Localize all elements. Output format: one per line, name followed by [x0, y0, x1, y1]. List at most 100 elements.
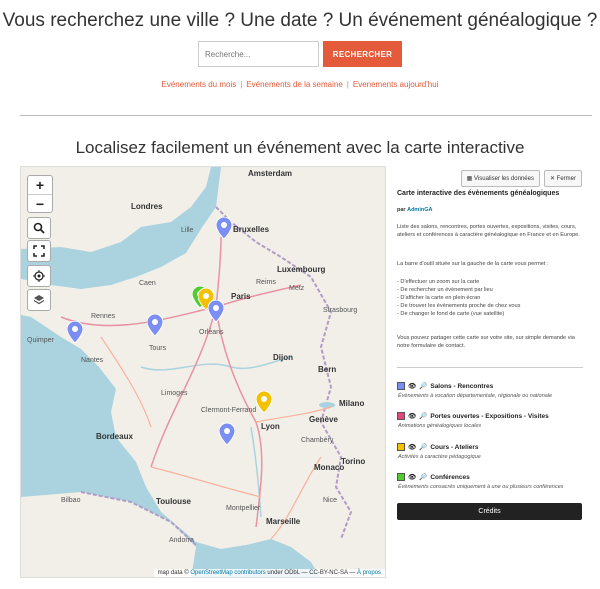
- legend-item-salons[interactable]: 👁 🔎 Salons - Rencontres Évènements à voc…: [397, 382, 587, 399]
- about-link[interactable]: À propos: [357, 570, 381, 576]
- map-label-limoges: Limoges: [161, 390, 188, 397]
- legend-item-portes-ouvertes[interactable]: 👁 🔎 Portes ouvertes - Expositions - Visi…: [397, 412, 587, 429]
- section-title: Localisez facilement un événement avec l…: [75, 138, 525, 157]
- legend-description: Activités à caractère pédagogique: [398, 454, 481, 460]
- link-events-week[interactable]: Evénements de la semaine: [246, 80, 343, 89]
- eye-icon[interactable]: 👁: [408, 382, 416, 390]
- eye-icon[interactable]: 👁: [408, 473, 416, 481]
- map-label-orleans: Orléans: [199, 329, 224, 336]
- layers-button[interactable]: [27, 289, 51, 311]
- search-icon[interactable]: 🔎: [419, 473, 427, 481]
- close-panel-button[interactable]: ✕ Fermer: [543, 170, 582, 187]
- map-label-marseille: Marseille: [266, 517, 301, 526]
- legend-description: Évènements consacrés uniquement à une ou…: [398, 484, 564, 490]
- table-icon: ▦: [466, 176, 473, 182]
- event-pin[interactable]: [67, 321, 83, 343]
- interactive-map[interactable]: Amsterdam Londres Bruxelles Lille Luxemb…: [20, 166, 386, 578]
- link-events-month[interactable]: Evénements du mois: [162, 80, 237, 89]
- event-pin[interactable]: [256, 391, 272, 413]
- event-pin[interactable]: [216, 217, 232, 239]
- view-data-label: Visualiser les données: [474, 176, 534, 182]
- map-label-reims: Reims: [256, 279, 276, 286]
- author-prefix: par: [397, 207, 406, 213]
- toolbar-item: - D'afficher la carte en plein écran: [397, 295, 481, 301]
- close-label: Fermer: [556, 176, 576, 182]
- panel-divider: [397, 367, 583, 368]
- map-search-button[interactable]: [27, 217, 51, 239]
- map-attribution: map data © OpenStreetMap contributors un…: [153, 569, 385, 577]
- fullscreen-button[interactable]: [27, 240, 51, 262]
- map-label-paris: Paris: [231, 292, 251, 301]
- search-icon: [33, 222, 45, 234]
- map-label-amsterdam: Amsterdam: [248, 169, 293, 178]
- legend-label: Conférences: [430, 473, 470, 481]
- legend-swatch: [397, 382, 405, 390]
- toolbar-intro: La barre d'outil située sur la gauche de…: [397, 261, 549, 267]
- map-label-milano: Milano: [339, 399, 365, 408]
- panel-intro: Liste des salons, rencontres, portes ouv…: [397, 224, 580, 238]
- legend-label: Portes ouvertes - Expositions - Visites: [430, 412, 549, 420]
- map-label-metz: Metz: [289, 285, 305, 292]
- legend-label: Cours - Ateliers: [430, 443, 479, 451]
- eye-icon[interactable]: 👁: [408, 443, 416, 451]
- zoom-out-button[interactable]: −: [28, 194, 52, 213]
- legend-description: Évènements à vocation départementale, ré…: [398, 393, 553, 399]
- page-title: Vous recherchez une ville ? Une date ? U…: [2, 10, 598, 31]
- divider: [20, 115, 592, 116]
- event-pin[interactable]: [208, 300, 224, 322]
- attribution-prefix: map data ©: [157, 570, 189, 576]
- search-icon[interactable]: 🔎: [419, 412, 427, 420]
- map-info-panel: ▦ Visualiser les données ✕ Fermer Carte …: [394, 166, 590, 526]
- map-label-montpellier: Montpellier: [226, 505, 261, 512]
- zoom-in-button[interactable]: +: [28, 176, 52, 194]
- map-label-andorra: Andorra: [169, 537, 194, 544]
- panel-title: Carte interactive des évènements généalo…: [397, 190, 560, 197]
- attribution-suffix: under ODbL — CC-BY-NC-SA —: [267, 570, 356, 576]
- quick-links: Evénements du mois | Evénements de la sema…: [161, 80, 439, 89]
- credits-button[interactable]: Crédits: [397, 503, 582, 520]
- map-label-nice: Nice: [323, 497, 338, 504]
- share-text: Vous pouvez partager cette carte sur vot…: [397, 335, 575, 349]
- author-link[interactable]: AdminGA: [407, 207, 432, 213]
- locate-button[interactable]: [27, 265, 51, 287]
- legend-item-cours[interactable]: 👁 🔎 Cours - Ateliers Activités à caractè…: [397, 443, 587, 460]
- legend-label: Salons - Rencontres: [430, 382, 494, 390]
- map-label-clermont: Clermont-Ferrand: [201, 407, 257, 414]
- legend-item-conferences[interactable]: 👁 🔎 Conférences Évènements consacrés uni…: [397, 473, 587, 490]
- layers-icon: [33, 295, 45, 305]
- osm-link[interactable]: OpenStreetMap contributors: [190, 570, 265, 576]
- search-icon[interactable]: 🔎: [419, 443, 427, 451]
- map-label-bilbao: Bilbao: [61, 497, 81, 504]
- search-icon[interactable]: 🔎: [419, 382, 427, 390]
- map-label-bordeaux: Bordeaux: [96, 432, 133, 441]
- map-label-bruxelles: Bruxelles: [233, 225, 270, 234]
- map-label-tours: Tours: [149, 345, 167, 352]
- map-label-bern: Bern: [318, 365, 337, 374]
- link-events-today[interactable]: Evenements aujourd'hui: [353, 80, 439, 89]
- fullscreen-icon: [33, 245, 45, 257]
- eye-icon[interactable]: 👁: [408, 412, 416, 420]
- locate-icon: [33, 270, 45, 282]
- event-pin[interactable]: [147, 314, 163, 336]
- legend-swatch: [397, 443, 405, 451]
- toolbar-item: - D'effectuer un zoom sur la carte: [397, 279, 480, 285]
- map-label-nantes: Nantes: [81, 357, 104, 364]
- legend-swatch: [397, 412, 405, 420]
- panel-author: par AdminGA: [397, 207, 432, 213]
- map-label-chambery: Chambéry: [301, 437, 334, 444]
- toolbar-item: - De trouver les évènements proche de ch…: [397, 303, 521, 309]
- map-label-caen: Caen: [139, 280, 156, 287]
- search-bar: RECHERCHER: [0, 41, 600, 67]
- map-label-london: Londres: [131, 202, 163, 211]
- search-input[interactable]: [198, 41, 319, 67]
- zoom-control: + −: [27, 175, 53, 213]
- search-button[interactable]: RECHERCHER: [323, 41, 402, 67]
- map-label-rennes: Rennes: [91, 313, 116, 320]
- event-pin[interactable]: [219, 423, 235, 445]
- toolbar-item: - De changer le fond de carte (vue satel…: [397, 311, 505, 317]
- map-label-geneve: Genève: [309, 415, 338, 424]
- close-icon: ✕: [549, 176, 555, 182]
- legend-description: Animations généalogiques locales: [398, 423, 482, 429]
- view-data-button[interactable]: ▦ Visualiser les données: [460, 170, 540, 187]
- map-label-lille: Lille: [181, 227, 194, 234]
